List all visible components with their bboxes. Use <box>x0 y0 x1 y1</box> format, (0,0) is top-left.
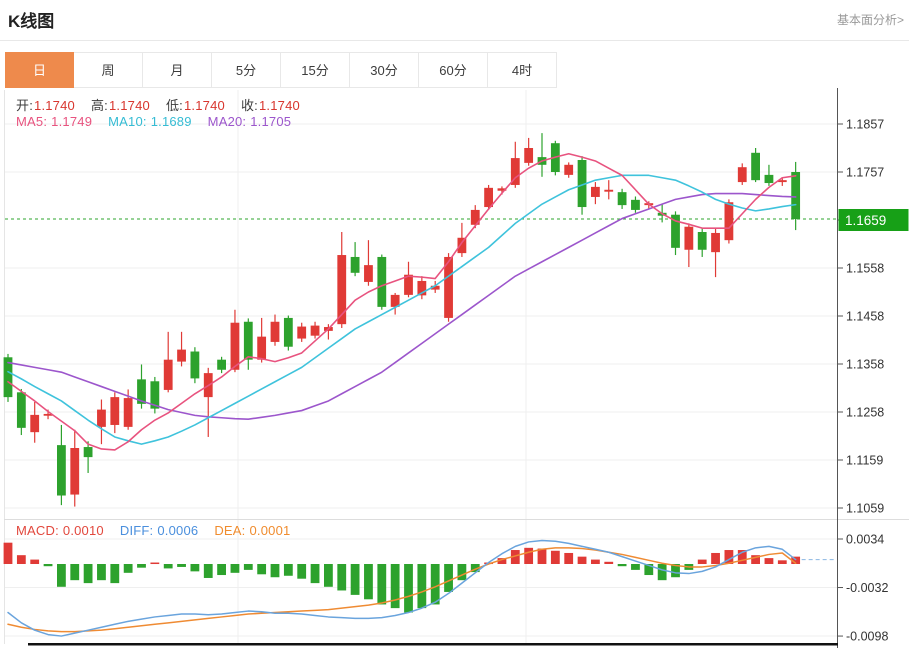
fundamental-analysis-link[interactable]: 基本面分析> <box>837 11 904 28</box>
lg-macd-item: DIFF:0.0006 <box>120 523 198 538</box>
tab-30分[interactable]: 30分 <box>350 52 419 88</box>
lg-ohlc-item: 高:1.1740 <box>91 98 150 113</box>
macd-legend: MACD:0.0010 DIFF:0.0006 DEA:0.0001 <box>16 523 306 538</box>
ma-legend: MA5:1.1749 MA10:1.1689 MA20:1.1705 <box>16 114 307 129</box>
svg-text:1.1857: 1.1857 <box>846 118 884 132</box>
svg-text:1.1659: 1.1659 <box>845 213 886 228</box>
interval-tabs: 日周月5分15分30分60分4时 <box>5 52 557 88</box>
tab-月[interactable]: 月 <box>143 52 212 88</box>
svg-text:1.1358: 1.1358 <box>846 358 884 372</box>
svg-text:1.1059: 1.1059 <box>846 502 884 516</box>
lg-ohlc-item: 开:1.1740 <box>16 98 75 113</box>
lg-ma-item: MA5:1.1749 <box>16 114 92 129</box>
tab-4时[interactable]: 4时 <box>488 52 557 88</box>
svg-text:1.1258: 1.1258 <box>846 406 884 420</box>
header-divider <box>0 40 909 41</box>
page-title: K线图 <box>8 7 54 32</box>
svg-text:1.1757: 1.1757 <box>846 166 884 180</box>
tab-周[interactable]: 周 <box>74 52 143 88</box>
lg-macd-item: MACD:0.0010 <box>16 523 104 538</box>
svg-text:0.0034: 0.0034 <box>846 532 884 546</box>
svg-text:1.1458: 1.1458 <box>846 310 884 324</box>
tab-15分[interactable]: 15分 <box>281 52 350 88</box>
tab-60分[interactable]: 60分 <box>419 52 488 88</box>
lg-ma-item: MA10:1.1689 <box>108 114 192 129</box>
svg-text:-0.0098: -0.0098 <box>846 630 888 644</box>
tab-日[interactable]: 日 <box>5 52 74 88</box>
lg-ohlc-item: 收:1.1740 <box>241 98 300 113</box>
lg-ma-item: MA20:1.1705 <box>208 114 292 129</box>
tab-5分[interactable]: 5分 <box>212 52 281 88</box>
lg-ohlc-item: 低:1.1740 <box>166 98 225 113</box>
kline-page: 1.1857 1.1757 1.1659 1.1558 1.1458 1.1358 1.12… <box>0 0 909 650</box>
lg-macd-item: DEA:0.0001 <box>214 523 290 538</box>
svg-text:-0.0032: -0.0032 <box>846 581 888 595</box>
ohlc-legend: 开:1.1740 高:1.1740 低:1.1740 收:1.1740 <box>16 95 316 114</box>
svg-text:1.1558: 1.1558 <box>846 262 884 276</box>
svg-text:1.1159: 1.1159 <box>846 454 883 468</box>
